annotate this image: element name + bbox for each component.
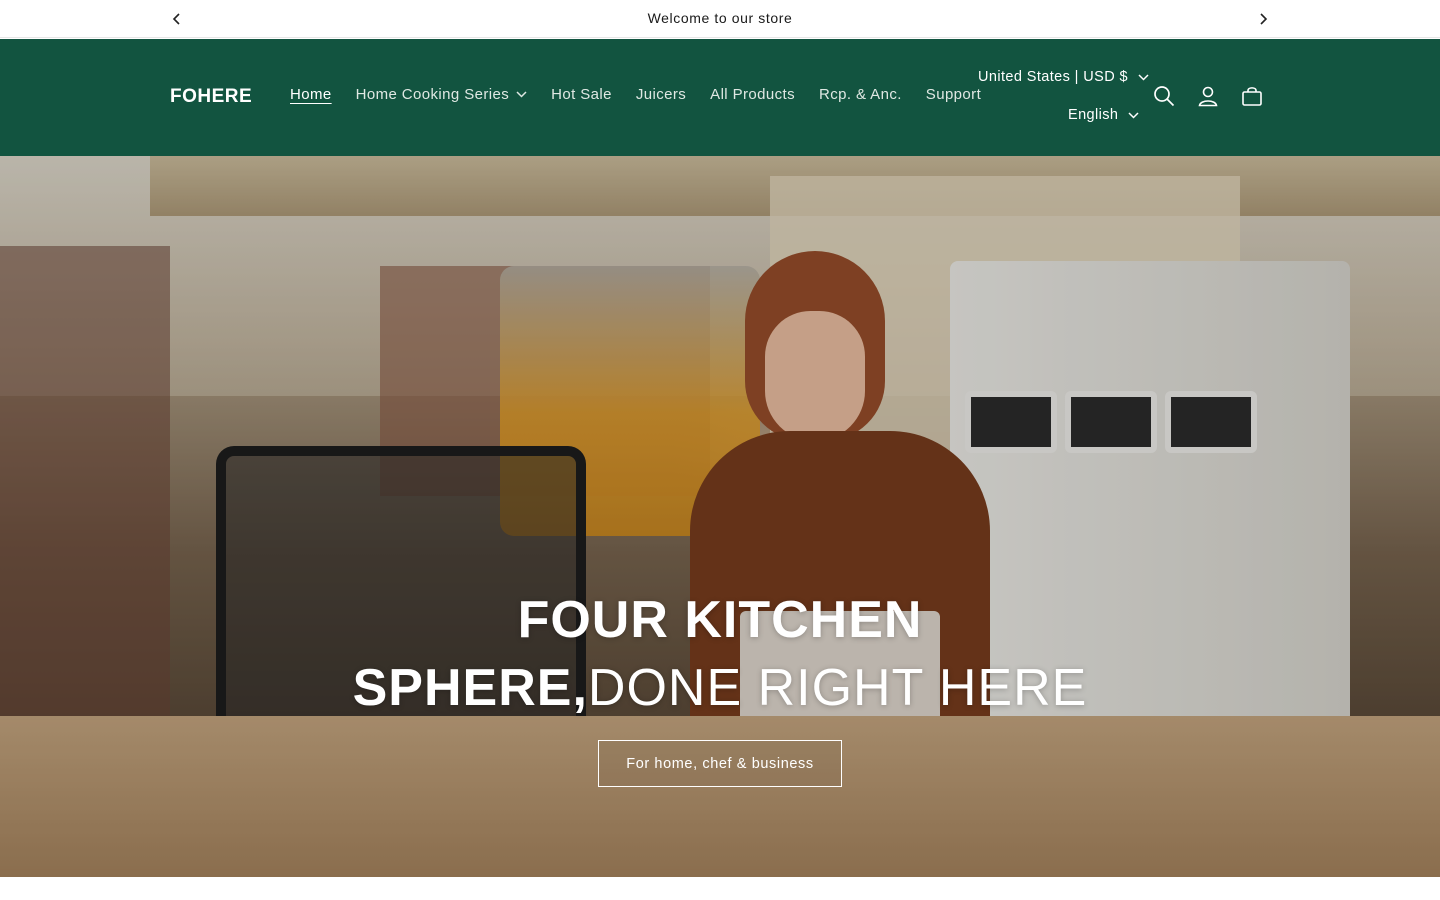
search-icon bbox=[1154, 86, 1175, 107]
account-icon bbox=[1198, 86, 1218, 107]
nav-item-label: Hot Sale bbox=[551, 86, 612, 103]
nav-item-home-cooking-series[interactable]: Home Cooking Series bbox=[344, 86, 540, 103]
hero-banner: FOUR KITCHEN SPHERE,DONE RIGHT HERE For … bbox=[0, 156, 1440, 877]
chevron-down-icon bbox=[1138, 73, 1149, 81]
nav-item-label: Home bbox=[290, 86, 332, 103]
main-nav: Home Home Cooking Series Hot Sale Juicer… bbox=[278, 86, 993, 103]
announcement-next-button[interactable] bbox=[1252, 9, 1274, 29]
cart-icon bbox=[1242, 87, 1262, 106]
nav-item-support[interactable]: Support bbox=[914, 86, 993, 103]
cart-button[interactable] bbox=[1239, 83, 1265, 109]
nav-item-home[interactable]: Home bbox=[278, 86, 344, 103]
chevron-down-icon bbox=[516, 91, 527, 98]
country-currency-label: United States | USD $ bbox=[978, 69, 1128, 85]
chevron-right-icon bbox=[1260, 13, 1268, 25]
nav-item-rcp-anc[interactable]: Rcp. & Anc. bbox=[807, 86, 914, 103]
nav-item-label: Home Cooking Series bbox=[355, 86, 510, 103]
hero-title-thin: DONE RIGHT HERE bbox=[587, 659, 1088, 717]
hero-cta-button[interactable]: For home, chef & business bbox=[598, 740, 842, 787]
hero-title-bold: SPHERE, bbox=[352, 659, 588, 717]
nav-item-juicers[interactable]: Juicers bbox=[624, 86, 698, 103]
search-button[interactable] bbox=[1151, 83, 1177, 109]
chevron-down-icon bbox=[1128, 111, 1139, 119]
nav-item-all-products[interactable]: All Products bbox=[698, 86, 807, 103]
nav-item-label: All Products bbox=[710, 86, 796, 103]
hero-title-line1: FOUR KITCHEN bbox=[517, 591, 923, 649]
country-currency-selector[interactable]: United States | USD $ bbox=[978, 69, 1149, 85]
nav-item-label: Rcp. & Anc. bbox=[819, 86, 902, 103]
store-logo[interactable]: FOHERE bbox=[170, 86, 252, 108]
nav-item-label: Juicers bbox=[635, 86, 687, 103]
announcement-message: Welcome to our store bbox=[647, 10, 793, 26]
announcement-bar: Welcome to our store bbox=[0, 0, 1440, 38]
language-label: English bbox=[1068, 107, 1119, 123]
site-header: FOHERE Home Home Cooking Series Hot Sale… bbox=[0, 39, 1440, 156]
language-selector[interactable]: English bbox=[1068, 107, 1139, 123]
nav-item-label: Support bbox=[925, 86, 982, 103]
account-button[interactable] bbox=[1195, 83, 1221, 109]
nav-item-hot-sale[interactable]: Hot Sale bbox=[539, 86, 624, 103]
hero-title-line2: SPHERE,DONE RIGHT HERE bbox=[0, 654, 1440, 722]
